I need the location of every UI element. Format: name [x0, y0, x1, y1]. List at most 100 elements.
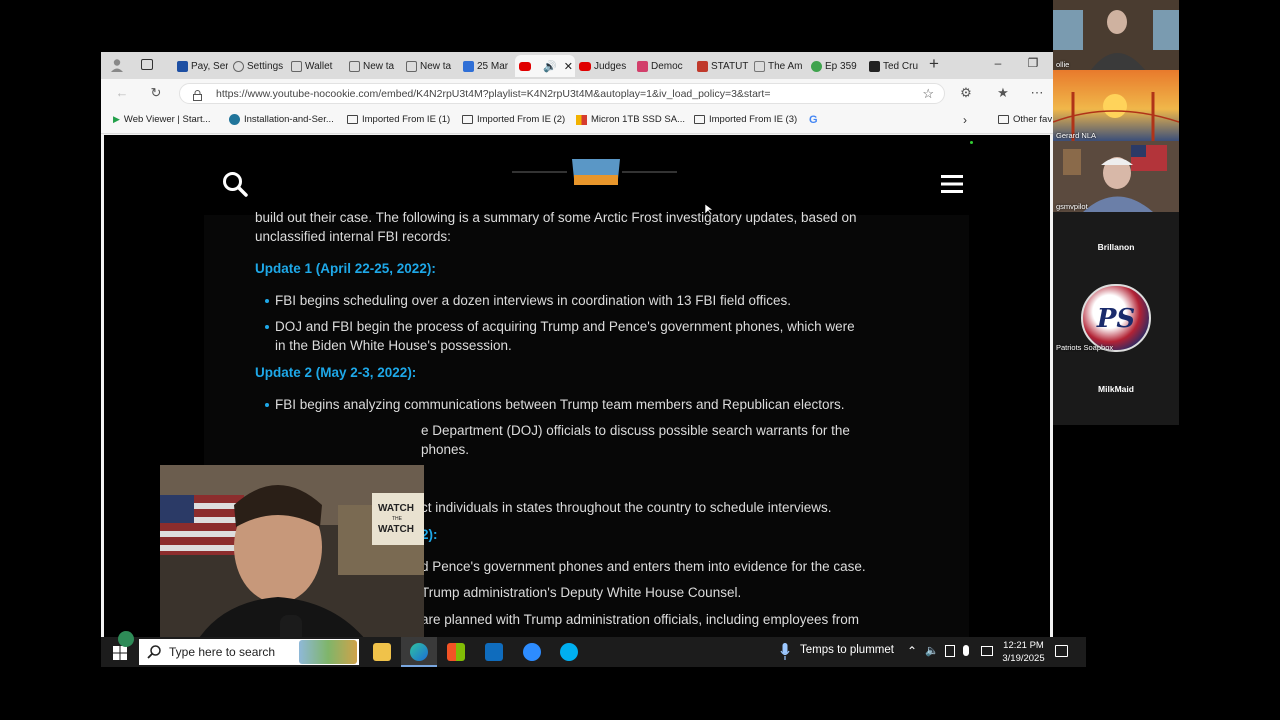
- update-4-bullet-3: are planned with Trump administration of…: [421, 612, 859, 627]
- participant-video-gsmvpilot[interactable]: gsmvpilot: [1053, 141, 1179, 212]
- edge-browser-icon[interactable]: [410, 643, 428, 661]
- microphone-icon[interactable]: [780, 643, 790, 661]
- lock-icon: [193, 88, 202, 101]
- bullet-dot: [265, 403, 269, 407]
- sign-line-3: WATCH: [378, 524, 414, 535]
- participant-tile-brillanon[interactable]: Brillanon: [1053, 212, 1179, 282]
- tab-ted-cruz[interactable]: Ted Cru: [865, 55, 923, 77]
- update-2-bullet-1: FBI begins analyzing communications betw…: [275, 397, 845, 412]
- update-4-bullet-2: Trump administration's Deputy White Hous…: [421, 585, 742, 600]
- participant-name: MilkMaid: [1098, 384, 1134, 394]
- extensions-icon[interactable]: ⚙: [957, 85, 975, 101]
- profile-icon[interactable]: [109, 57, 125, 73]
- youtube-icon: [519, 61, 531, 71]
- update-1-bullet-2-line-2: in the Biden White House's possession.: [275, 338, 512, 353]
- windows-start-icon[interactable]: [113, 646, 127, 660]
- folder-icon: [462, 115, 473, 124]
- favorite-star-icon[interactable]: ☆: [922, 86, 934, 102]
- tab-judges[interactable]: Judges: [575, 55, 631, 77]
- tab-ep-359[interactable]: Ep 359: [807, 55, 863, 77]
- volume-icon[interactable]: 🔈: [925, 644, 939, 657]
- hamburger-menu-icon[interactable]: [941, 175, 963, 193]
- webcam-scene: [160, 465, 424, 638]
- youtube-icon: [579, 61, 591, 71]
- tab-settings[interactable]: Settings: [229, 55, 287, 77]
- back-icon[interactable]: ←: [113, 85, 131, 100]
- tab-pay-services[interactable]: Pay, Ser: [173, 55, 228, 77]
- file-explorer-icon[interactable]: [373, 643, 391, 661]
- page-icon: [349, 60, 360, 72]
- tab-statut[interactable]: STATUT: [693, 55, 749, 77]
- zoom-participants-panel: ollie Gerard NLA gsmvpilot Brillanon PS …: [1053, 0, 1179, 425]
- close-tab-icon[interactable]: ✕: [564, 60, 573, 73]
- zoom-icon[interactable]: [523, 643, 541, 661]
- tab-wallet[interactable]: Wallet: [287, 55, 342, 77]
- address-row: ← ↻ https://www.youtube-nocookie.com/emb…: [101, 79, 1053, 108]
- site-logo[interactable]: [512, 155, 677, 189]
- search-highlight-image: [299, 640, 357, 664]
- new-tab-icon[interactable]: +: [929, 54, 939, 74]
- search-icon: [147, 645, 161, 659]
- webcam-overlay: WATCH THE WATCH: [160, 465, 424, 638]
- fav-web-viewer[interactable]: ▶ Web Viewer | Start...: [113, 114, 211, 125]
- update-1-bullet-2-line-1: DOJ and FBI begin the process of acquiri…: [275, 319, 855, 334]
- fav-other[interactable]: Other fav: [998, 114, 1052, 125]
- favorites-icon[interactable]: ★: [994, 85, 1012, 101]
- participant-tile-patriots-soapbox[interactable]: PS Patriots Soapbox: [1053, 282, 1179, 353]
- address-bar[interactable]: https://www.youtube-nocookie.com/embed/K…: [179, 83, 945, 104]
- more-menu-icon[interactable]: ⋯: [1028, 85, 1046, 101]
- participant-name: Patriots Soapbox: [1056, 343, 1114, 352]
- x-icon: [869, 60, 880, 72]
- page-icon: [406, 60, 417, 72]
- restore-icon[interactable]: ❐: [1023, 56, 1043, 70]
- outlook-icon[interactable]: [485, 643, 503, 661]
- tab-democ[interactable]: Democ: [633, 55, 689, 77]
- speaker-icon[interactable]: 🔊: [543, 60, 557, 73]
- participant-name: Brillanon: [1097, 242, 1135, 252]
- store-icon[interactable]: [447, 643, 465, 661]
- status-dot: [970, 141, 973, 144]
- chevron-up-icon[interactable]: ⌃: [907, 644, 917, 658]
- sign-line-2: THE: [392, 516, 402, 522]
- minimize-icon[interactable]: –: [988, 56, 1008, 70]
- notifications-icon[interactable]: [1055, 645, 1068, 657]
- fav-installation[interactable]: Installation-and-Ser...: [229, 114, 334, 125]
- wallet-icon: [291, 60, 302, 72]
- tab-new-tab-1[interactable]: New ta: [345, 55, 401, 77]
- tab-actions-icon[interactable]: [141, 59, 153, 70]
- participant-tile-milkmaid[interactable]: MilkMaid: [1053, 353, 1179, 425]
- intro-line-2: unclassified internal FBI records:: [255, 229, 451, 244]
- folder-icon: [347, 115, 358, 124]
- tab-the-am[interactable]: The Am: [750, 55, 805, 77]
- tab-youtube-active[interactable]: 🔊 ✕: [515, 55, 575, 77]
- tab-new-tab-2[interactable]: New ta: [402, 55, 458, 77]
- folder-icon: [998, 115, 1009, 124]
- network-icon[interactable]: [945, 645, 955, 657]
- update-3-bullet-1: ct individuals in states throughout the …: [421, 500, 832, 515]
- system-clock[interactable]: 12:21 PM 3/19/2025: [1001, 639, 1046, 665]
- paypal-icon: [177, 60, 188, 72]
- pdf-icon: [697, 60, 708, 72]
- tab-25-mar[interactable]: 25 Mar: [459, 55, 514, 77]
- skype-icon[interactable]: [560, 643, 578, 661]
- update-2-bullet-2-line-1: e Department (DOJ) officials to discuss …: [421, 423, 850, 438]
- clock-time: 12:21 PM: [1003, 640, 1044, 651]
- refresh-icon[interactable]: ↻: [147, 85, 165, 101]
- participant-video-gerard[interactable]: Gerard NLA: [1053, 70, 1179, 141]
- participant-name: Gerard NLA: [1056, 131, 1097, 140]
- ethernet-icon[interactable]: [981, 646, 993, 656]
- browser-window: Pay, Ser Settings Wallet New ta New ta 2…: [101, 52, 1053, 638]
- logo-text: PS: [1096, 304, 1136, 334]
- fav-micron-ssd[interactable]: Micron 1TB SSD SA...: [576, 114, 685, 125]
- fav-google[interactable]: G: [809, 114, 822, 126]
- weather-widget[interactable]: Temps to plummet: [800, 644, 894, 656]
- chevron-right-icon[interactable]: ›: [963, 113, 967, 127]
- video-ollie-scene: [1053, 0, 1179, 70]
- search-icon[interactable]: [222, 171, 248, 197]
- fav-imported-ie-2[interactable]: Imported From IE (2): [462, 114, 565, 125]
- fav-imported-ie-3[interactable]: Imported From IE (3): [694, 114, 797, 125]
- fav-imported-ie-1[interactable]: Imported From IE (1): [347, 114, 450, 125]
- participant-name: gsmvpilot: [1056, 202, 1088, 211]
- participant-video-ollie[interactable]: ollie: [1053, 0, 1179, 70]
- mic-tray-icon[interactable]: [963, 645, 969, 656]
